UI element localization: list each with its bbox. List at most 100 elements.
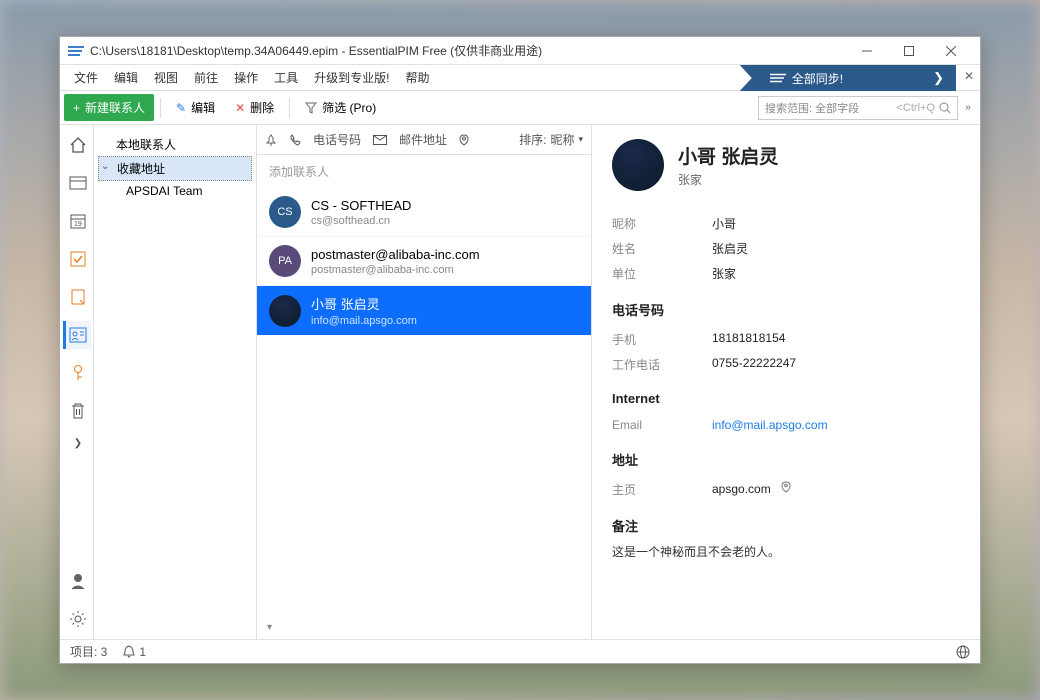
location-icon[interactable] xyxy=(781,482,791,496)
contact-email: info@mail.apsgo.com xyxy=(311,315,417,327)
mobile-label: 手机 xyxy=(612,331,712,348)
sync-banner-close-icon[interactable]: ✕ xyxy=(964,69,974,83)
menu-go[interactable]: 前往 xyxy=(186,65,226,90)
menu-upgrade[interactable]: 升级到专业版! xyxy=(306,65,397,90)
list-header: 电话号码 邮件地址 排序: 昵称 ▾ xyxy=(257,125,591,155)
menu-action[interactable]: 操作 xyxy=(226,65,266,90)
edit-button[interactable]: ✎ 编辑 xyxy=(167,94,224,121)
search-shortcut: <Ctrl+Q xyxy=(896,102,935,114)
rail-user-icon[interactable] xyxy=(63,567,91,595)
bell-icon xyxy=(123,645,135,658)
pencil-icon: ✎ xyxy=(176,101,186,115)
titlebar: C:\Users\18181\Desktop\temp.34A06449.epi… xyxy=(60,37,980,65)
detail-panel: 小哥 张启灵 张家 昵称小哥 姓名张启灵 单位张家 电话号码 手机1818181… xyxy=(592,125,980,639)
phone-icon[interactable] xyxy=(289,134,301,146)
internet-section-title: Internet xyxy=(612,391,960,406)
list-chevron-icon[interactable]: ▾ xyxy=(257,616,591,639)
contact-email: postmaster@alibaba-inc.com xyxy=(311,264,480,276)
tree-item-team[interactable]: APSDAI Team xyxy=(98,181,252,201)
rail-notes-icon[interactable] xyxy=(63,283,91,311)
detail-name: 小哥 张启灵 xyxy=(678,142,778,169)
header-phone-label[interactable]: 电话号码 xyxy=(313,131,361,148)
homepage-value[interactable]: apsgo.com xyxy=(712,481,791,498)
separator xyxy=(289,98,290,118)
add-contact-input[interactable]: 添加联系人 xyxy=(257,155,591,188)
contact-name: CS - SOFTHEAD xyxy=(311,198,411,213)
header-mail-label[interactable]: 邮件地址 xyxy=(399,131,447,148)
separator xyxy=(160,98,161,118)
menu-file[interactable]: 文件 xyxy=(66,65,106,90)
toolbar: + 新建联系人 ✎ 编辑 ✕ 删除 筛选 (Pro) 搜索范围: 全部字段 <C… xyxy=(60,91,980,125)
contact-row-selected[interactable]: 小哥 张启灵 info@mail.apsgo.com xyxy=(257,286,591,336)
edit-label: 编辑 xyxy=(191,99,215,116)
menu-view[interactable]: 视图 xyxy=(146,65,186,90)
status-items-count: 项目: 3 xyxy=(70,643,107,660)
filter-button[interactable]: 筛选 (Pro) xyxy=(296,94,385,121)
rail-trash-icon[interactable] xyxy=(63,397,91,425)
contact-row[interactable]: CS CS - SOFTHEAD cs@softhead.cn xyxy=(257,188,591,237)
detail-avatar xyxy=(612,139,664,191)
menu-edit[interactable]: 编辑 xyxy=(106,65,146,90)
filter-label: 筛选 (Pro) xyxy=(322,99,376,116)
mail-icon[interactable] xyxy=(373,135,387,145)
homepage-label: 主页 xyxy=(612,481,712,498)
new-contact-button[interactable]: + 新建联系人 xyxy=(64,94,154,121)
minimize-button[interactable] xyxy=(846,37,888,65)
rail-tasks-icon[interactable] xyxy=(63,245,91,273)
chevron-down-icon: ⌄ xyxy=(101,161,109,172)
status-bell[interactable]: 1 xyxy=(123,645,146,659)
plus-icon: + xyxy=(73,101,80,115)
contact-email: cs@softhead.cn xyxy=(311,215,411,227)
funnel-icon xyxy=(305,102,317,114)
search-input[interactable]: 搜索范围: 全部字段 <Ctrl+Q xyxy=(758,96,958,120)
statusbar: 项目: 3 1 xyxy=(60,639,980,663)
delete-label: 删除 xyxy=(250,99,274,116)
rail-passwords-icon[interactable] xyxy=(63,359,91,387)
tree-local-contacts[interactable]: 本地联系人 xyxy=(98,133,252,156)
tree-favorites[interactable]: ⌄ 收藏地址 xyxy=(98,156,252,181)
nav-rail: 19 ❯ xyxy=(60,125,94,639)
rail-more-icon[interactable]: ❯ xyxy=(63,435,91,451)
window-title: C:\Users\18181\Desktop\temp.34A06449.epi… xyxy=(90,42,846,59)
notes-text: 这是一个神秘而且不会老的人。 xyxy=(612,543,960,560)
detail-company: 张家 xyxy=(678,171,778,188)
close-button[interactable] xyxy=(930,37,972,65)
rail-contacts-icon[interactable] xyxy=(63,321,91,349)
avatar-photo xyxy=(269,295,301,327)
globe-icon[interactable] xyxy=(956,645,970,659)
rail-card-icon[interactable] xyxy=(63,169,91,197)
new-contact-label: 新建联系人 xyxy=(85,99,145,116)
company-value: 张家 xyxy=(712,265,736,282)
menubar: 文件 编辑 视图 前往 操作 工具 升级到专业版! 帮助 全部同步! ✕ xyxy=(60,65,980,91)
rail-home-icon[interactable] xyxy=(63,131,91,159)
rail-settings-icon[interactable] xyxy=(63,605,91,633)
workphone-label: 工作电话 xyxy=(612,356,712,373)
x-icon: ✕ xyxy=(235,101,245,115)
delete-button[interactable]: ✕ 删除 xyxy=(226,94,283,121)
maximize-button[interactable] xyxy=(888,37,930,65)
sync-banner-label: 全部同步! xyxy=(792,70,843,87)
email-link[interactable]: info@mail.apsgo.com xyxy=(712,418,828,432)
company-label: 单位 xyxy=(612,265,712,282)
contact-row[interactable]: PA postmaster@alibaba-inc.com postmaster… xyxy=(257,237,591,286)
sort-field[interactable]: 昵称 xyxy=(550,131,574,148)
workphone-value: 0755-22222247 xyxy=(712,356,796,373)
nickname-label: 昵称 xyxy=(612,215,712,232)
address-section-title: 地址 xyxy=(612,450,960,469)
folder-tree: 本地联系人 ⌄ 收藏地址 APSDAI Team xyxy=(94,125,257,639)
chevron-down-icon[interactable]: ▾ xyxy=(578,134,583,145)
menu-tools[interactable]: 工具 xyxy=(266,65,306,90)
avatar: CS xyxy=(269,196,301,228)
sync-banner[interactable]: 全部同步! xyxy=(740,65,956,91)
menu-help[interactable]: 帮助 xyxy=(397,65,437,90)
mobile-value: 18181818154 xyxy=(712,331,785,348)
rail-calendar-icon[interactable]: 19 xyxy=(63,207,91,235)
contact-list: 电话号码 邮件地址 排序: 昵称 ▾ 添加联系人 CS CS - SOFTHEA… xyxy=(257,125,592,639)
location-icon[interactable] xyxy=(459,134,469,146)
pin-icon[interactable] xyxy=(265,134,277,146)
email-label: Email xyxy=(612,418,712,432)
nickname-value: 小哥 xyxy=(712,215,736,232)
app-logo-icon xyxy=(68,45,84,57)
contact-name: postmaster@alibaba-inc.com xyxy=(311,247,480,262)
toolbar-chevron-icon[interactable]: » xyxy=(960,102,976,113)
